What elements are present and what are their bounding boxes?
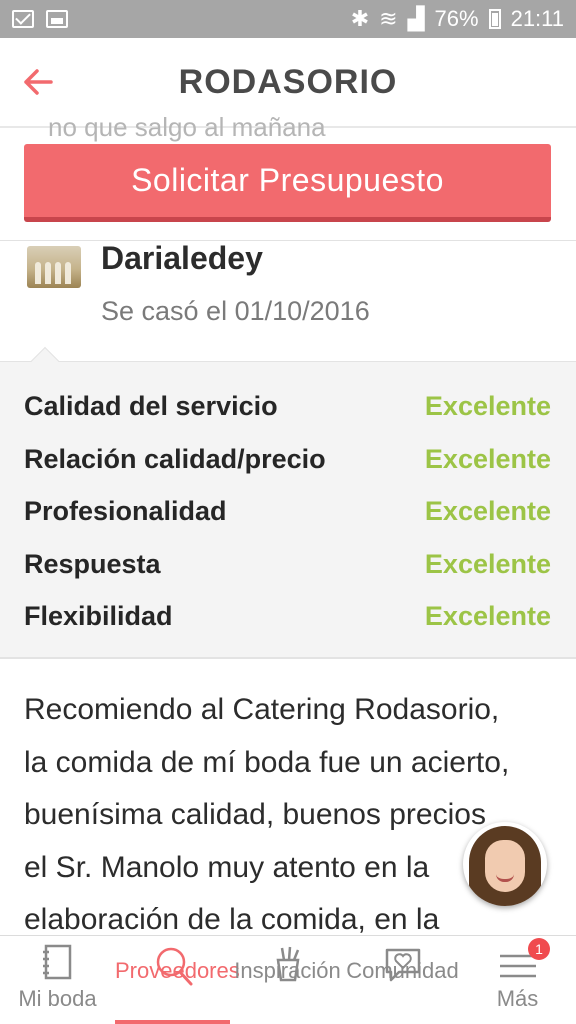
rating-row: Profesionalidad Excelente — [24, 491, 551, 531]
panel-notch — [30, 346, 60, 376]
bluetooth-icon: ✱ — [350, 6, 370, 31]
nav-label: Proveedores — [115, 958, 240, 983]
review-line: Recomiendo al Catering Rodasorio, — [24, 693, 500, 726]
clock: 21:11 — [510, 6, 564, 31]
reviewer-name[interactable]: Darialedey — [101, 240, 263, 277]
request-quote-button[interactable]: Solicitar Presupuesto — [24, 144, 551, 222]
review-line: la comida de mí boda fue un acierto, — [24, 745, 510, 779]
reviewer-avatar[interactable] — [27, 246, 81, 288]
rating-row: Calidad del servicio Excelente — [24, 386, 551, 426]
assistant-chat-avatar[interactable] — [463, 822, 547, 906]
active-tab-indicator — [115, 1020, 230, 1024]
wedding-date: Se casó el 01/10/2016 — [101, 296, 370, 326]
rating-label: Calidad del servicio — [24, 390, 278, 421]
nav-inspiracion[interactable]: Inspiración — [230, 936, 345, 1024]
cutoff-text: no que salgo al mañana — [48, 112, 326, 142]
app-screen: ✱ ≋ ▟ 76% 21:11 RODASORIO no que salgo a… — [0, 0, 576, 1024]
rating-value: Excelente — [424, 548, 551, 579]
nav-mi-boda[interactable]: Mi boda — [0, 936, 115, 1024]
rating-row: Respuesta Excelente — [24, 544, 551, 584]
rating-label: Flexibilidad — [24, 600, 173, 631]
nav-label: Inspiración — [234, 958, 341, 983]
rating-label: Relación calidad/precio — [24, 443, 326, 474]
divider — [0, 240, 576, 241]
page-title: RODASORIO — [178, 62, 398, 101]
wifi-icon: ≋ — [379, 6, 398, 31]
battery-percent: 76% — [434, 6, 479, 31]
nav-label: Mi boda — [18, 986, 97, 1011]
status-bar: ✱ ≋ ▟ 76% 21:11 — [0, 0, 576, 38]
mail-notification-icon — [12, 10, 34, 28]
battery-icon — [488, 9, 501, 29]
nav-proveedores[interactable]: Proveedores — [115, 936, 240, 1024]
ratings-panel: Calidad del servicio Excelente Relación … — [0, 346, 576, 659]
rating-value: Excelente — [424, 443, 551, 474]
nav-label: Comunidad — [346, 958, 459, 983]
rating-row: Flexibilidad Excelente — [24, 596, 551, 636]
notification-badge: 1 — [528, 938, 550, 960]
rating-row: Relación calidad/precio Excelente — [24, 439, 551, 479]
rating-label: Profesionalidad — [24, 495, 227, 526]
back-arrow-icon — [24, 69, 53, 95]
signal-icon: ▟ — [407, 6, 425, 31]
rating-value: Excelente — [424, 495, 551, 526]
nav-comunidad[interactable]: Comunidad — [345, 936, 460, 1024]
bottom-navigation: Mi boda Proveedores Inspiración Comunida… — [0, 935, 576, 1024]
rating-label: Respuesta — [24, 548, 161, 579]
nav-label: Más — [496, 986, 539, 1011]
nav-mas[interactable]: Más — [460, 936, 575, 1024]
rating-value: Excelente — [424, 390, 551, 421]
notebook-icon — [42, 944, 71, 980]
rating-value: Excelente — [424, 600, 551, 631]
image-notification-icon — [46, 10, 68, 28]
review-text: Recomiendo al Catering Rodasorio, la com… — [24, 684, 554, 947]
